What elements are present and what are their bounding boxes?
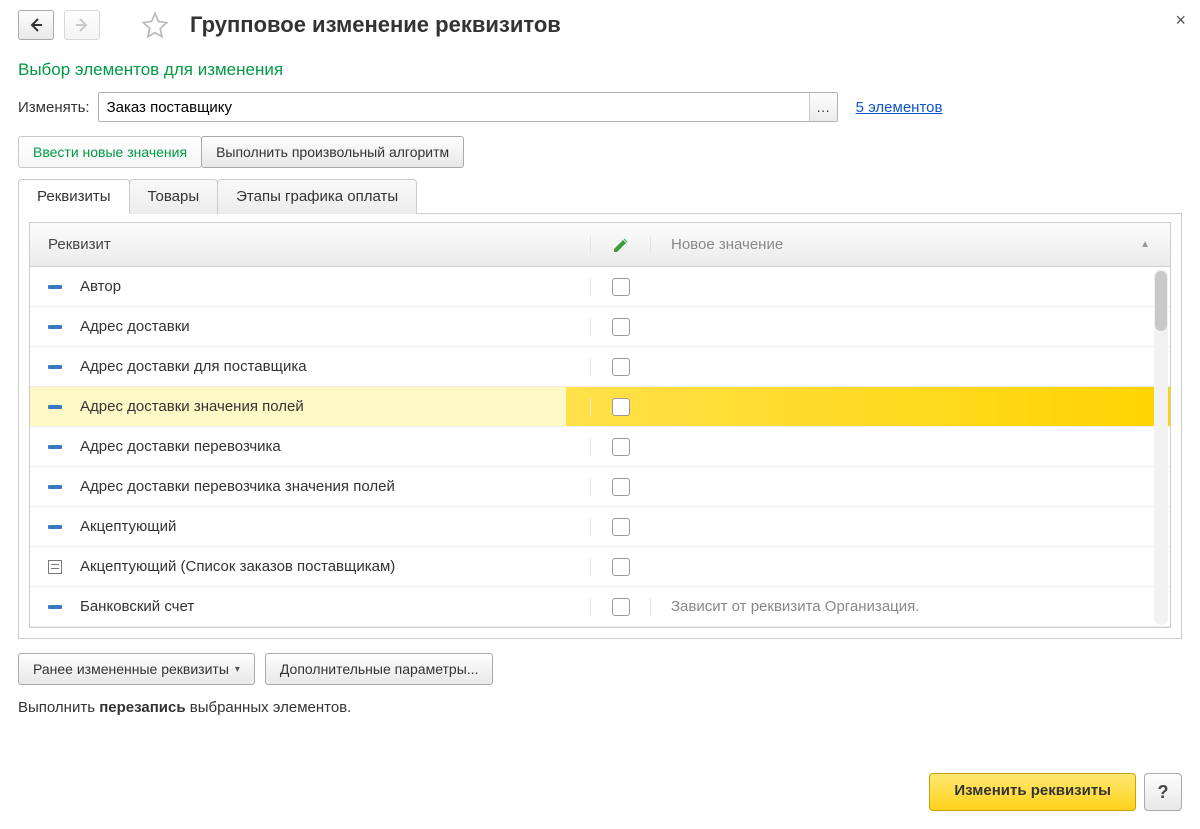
scroll-thumb[interactable] (1155, 271, 1167, 331)
sort-asc-icon: ▲ (1140, 239, 1150, 250)
row-checkbox[interactable] (612, 478, 630, 496)
row-label: Банковский счет (80, 598, 194, 615)
row-label: Адрес доставки перевозчика значения поле… (80, 478, 395, 495)
table-row[interactable]: Адрес доставки (30, 307, 1170, 347)
mode-run-algorithm-button[interactable]: Выполнить произвольный алгоритм (201, 136, 464, 168)
col-header-requisite[interactable]: Реквизит (30, 236, 590, 253)
tab-payment-stages[interactable]: Этапы графика оплаты (217, 179, 417, 214)
row-checkbox[interactable] (612, 518, 630, 536)
footer-bold: перезапись (99, 699, 185, 716)
previously-changed-button[interactable]: Ранее измененные реквизиты ▾ (18, 653, 255, 685)
change-type-select-button[interactable]: … (809, 93, 837, 121)
mode-enter-values-button[interactable]: Ввести новые значения (18, 136, 202, 168)
section-heading: Выбор элементов для изменения (18, 60, 1182, 80)
attribute-icon (48, 605, 62, 609)
col-header-value[interactable]: Новое значение ▲ (650, 236, 1170, 253)
row-label: Адрес доставки перевозчика (80, 438, 281, 455)
row-checkbox[interactable] (612, 278, 630, 296)
row-value[interactable]: Зависит от реквизита Организация. (650, 598, 1170, 615)
row-label: Адрес доставки для поставщика (80, 358, 307, 375)
chevron-down-icon: ▾ (235, 664, 240, 675)
row-label: Акцептующий (Список заказов поставщикам) (80, 558, 395, 575)
attribute-icon (48, 445, 62, 449)
col-header-value-label: Новое значение (671, 236, 783, 253)
row-label: Автор (80, 278, 121, 295)
table-row[interactable]: Акцептующий (Список заказов поставщикам) (30, 547, 1170, 587)
attribute-icon (48, 525, 62, 529)
row-checkbox[interactable] (612, 558, 630, 576)
attribute-icon (48, 405, 62, 409)
nav-forward-button (64, 10, 100, 40)
tab-requisites[interactable]: Реквизиты (18, 179, 130, 214)
footer-prefix: Выполнить (18, 699, 99, 716)
footer-suffix: выбранных элементов. (186, 699, 352, 716)
table-row[interactable]: Акцептующий (30, 507, 1170, 547)
table-row[interactable]: Адрес доставки для поставщика (30, 347, 1170, 387)
col-header-requisite-label: Реквизит (48, 236, 111, 253)
extra-params-button[interactable]: Дополнительные параметры... (265, 653, 494, 685)
attribute-icon (48, 285, 62, 289)
nav-back-button[interactable] (18, 10, 54, 40)
row-label: Адрес доставки (80, 318, 190, 335)
table-row[interactable]: Адрес доставки перевозчика (30, 427, 1170, 467)
table-row[interactable]: Адрес доставки перевозчика значения поле… (30, 467, 1170, 507)
footer-text: Выполнить перезапись выбранных элементов… (18, 699, 1182, 716)
row-label: Адрес доставки значения полей (80, 398, 304, 415)
row-checkbox[interactable] (612, 318, 630, 336)
list-icon (48, 560, 62, 574)
col-header-edit-icon[interactable] (590, 236, 650, 254)
previously-changed-label: Ранее измененные реквизиты (33, 661, 229, 677)
change-label: Изменять: (18, 99, 90, 116)
requisites-grid: Реквизит Новое значение ▲ Автор Адрес дос… (29, 222, 1171, 628)
favorite-star-icon[interactable] (140, 10, 170, 40)
row-checkbox[interactable] (612, 438, 630, 456)
page-title: Групповое изменение реквизитов (190, 12, 561, 38)
row-checkbox[interactable] (612, 598, 630, 616)
grid-scrollbar[interactable]: ▲ (1154, 269, 1168, 625)
change-type-input[interactable] (99, 93, 809, 121)
table-row[interactable]: Автор (30, 267, 1170, 307)
attribute-icon (48, 365, 62, 369)
row-label: Акцептующий (80, 518, 176, 535)
attribute-icon (48, 485, 62, 489)
attribute-icon (48, 325, 62, 329)
table-row[interactable]: Банковский счет Зависит от реквизита Орга… (30, 587, 1170, 627)
elements-count-link[interactable]: 5 элементов (856, 99, 943, 116)
apply-button[interactable]: Изменить реквизиты (929, 773, 1136, 811)
close-icon[interactable]: × (1175, 10, 1186, 31)
tab-goods[interactable]: Товары (129, 179, 219, 214)
row-checkbox[interactable] (612, 358, 630, 376)
row-checkbox[interactable] (612, 398, 630, 416)
table-row[interactable]: Адрес доставки значения полей (30, 387, 1170, 427)
help-button[interactable]: ? (1144, 773, 1182, 811)
